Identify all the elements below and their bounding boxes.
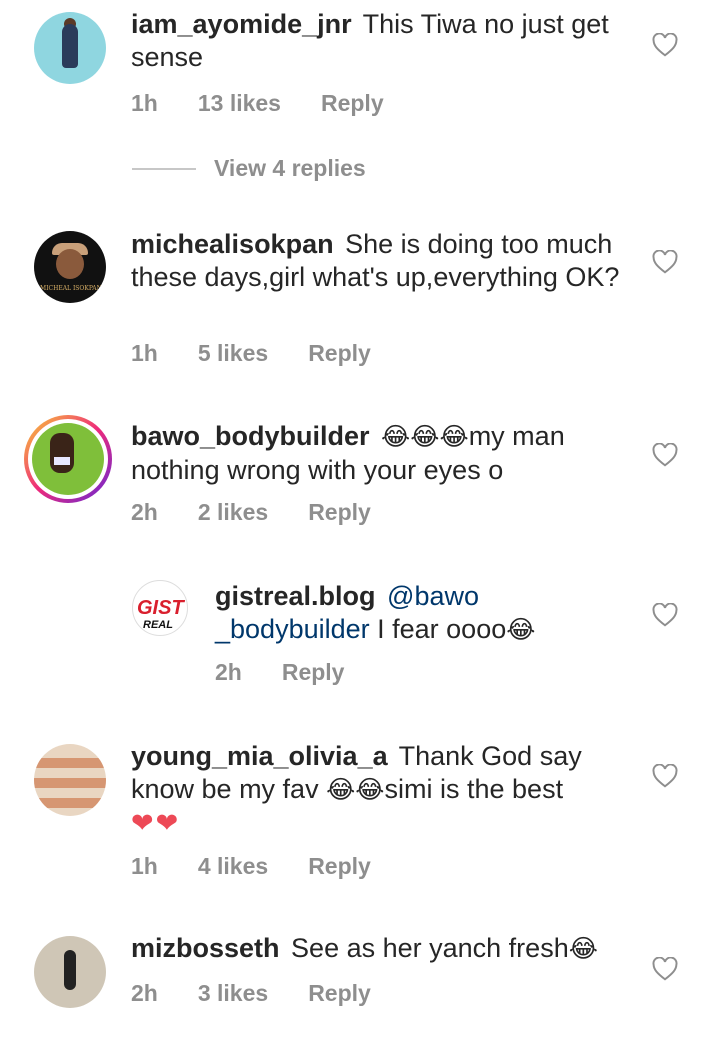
- comment-likes[interactable]: 5 likes: [198, 340, 268, 367]
- reply-button[interactable]: Reply: [308, 340, 371, 367]
- comment-time: 2h: [131, 980, 158, 1006]
- comment-time: 1h: [131, 340, 158, 366]
- comment-body: michealisokpan She is doing too much the…: [131, 228, 631, 294]
- comment-body: iam_ayomide_jnr This Tiwa no just get se…: [131, 8, 631, 74]
- reply-button[interactable]: Reply: [308, 499, 371, 526]
- like-heart-icon[interactable]: [652, 957, 678, 981]
- comment-body: young_mia_olivia_a Thank God say know be…: [131, 740, 631, 840]
- reply-button[interactable]: Reply: [308, 980, 371, 1007]
- avatar-logo-text: GIST: [137, 597, 184, 619]
- avatar[interactable]: [34, 936, 106, 1008]
- comment-meta: 1h 13 likes Reply: [131, 90, 384, 117]
- divider: [132, 167, 196, 170]
- avatar-tag: MICHEAL ISOKPAN: [40, 285, 102, 292]
- comment-username[interactable]: bawo_bodybuilder: [131, 421, 370, 451]
- comment-meta: 2h 2 likes Reply: [131, 499, 371, 526]
- comment-meta: 1h 5 likes Reply: [131, 340, 371, 367]
- laughing-emoji: 😂: [506, 616, 536, 644]
- avatar[interactable]: MICHEAL ISOKPAN: [34, 231, 106, 303]
- avatar-with-story-ring[interactable]: [24, 415, 112, 503]
- comment-username[interactable]: michealisokpan: [131, 229, 334, 259]
- comment-likes[interactable]: 4 likes: [198, 853, 268, 880]
- comment-username[interactable]: mizbosseth: [131, 933, 280, 963]
- reply-button[interactable]: Reply: [282, 659, 345, 686]
- laughing-emoji: 😂😂😂: [381, 423, 469, 451]
- like-heart-icon[interactable]: [652, 250, 678, 274]
- comment-time: 2h: [131, 499, 158, 525]
- comment-body: mizbosseth See as her yanch fresh😂: [131, 932, 631, 966]
- laughing-emoji: 😂: [568, 935, 598, 963]
- like-heart-icon[interactable]: [652, 764, 678, 788]
- comment-likes[interactable]: 13 likes: [198, 90, 281, 117]
- comment-time: 2h: [215, 659, 242, 685]
- avatar-logo-subtext: REAL: [143, 619, 173, 631]
- like-heart-icon[interactable]: [652, 33, 678, 57]
- comment-time: 1h: [131, 853, 158, 879]
- comment-username[interactable]: gistreal.blog: [215, 581, 376, 611]
- comment-meta: 2h 3 likes Reply: [131, 980, 371, 1007]
- comment-likes[interactable]: 2 likes: [198, 499, 268, 526]
- comment-text: See as her yanch fresh: [291, 933, 569, 963]
- view-replies-button[interactable]: View 4 replies: [132, 155, 366, 182]
- comment-username[interactable]: iam_ayomide_jnr: [131, 9, 352, 39]
- comment-username[interactable]: young_mia_olivia_a: [131, 741, 388, 771]
- laughing-emoji: 😂😂: [326, 776, 385, 804]
- avatar[interactable]: [34, 744, 106, 816]
- comment-body: bawo_bodybuilder 😂😂😂my man nothing wrong…: [131, 420, 631, 487]
- comment-likes[interactable]: 3 likes: [198, 980, 268, 1007]
- comment-meta: 2h Reply: [215, 659, 344, 686]
- comment-text-continued: simi is the best: [384, 774, 564, 804]
- comment-body: gistreal.blog @bawo _bodybuilder I fear …: [215, 580, 595, 647]
- like-heart-icon[interactable]: [652, 603, 678, 627]
- view-replies-label[interactable]: View 4 replies: [214, 155, 366, 182]
- red-heart-emoji: ❤❤: [131, 808, 181, 838]
- avatar[interactable]: GIST REAL: [132, 580, 188, 636]
- reply-button[interactable]: Reply: [321, 90, 384, 117]
- reply-button[interactable]: Reply: [308, 853, 371, 880]
- comment-meta: 1h 4 likes Reply: [131, 853, 371, 880]
- avatar[interactable]: [34, 12, 106, 84]
- like-heart-icon[interactable]: [652, 443, 678, 467]
- comment-time: 1h: [131, 90, 158, 116]
- comment-text: I fear oooo: [369, 614, 507, 644]
